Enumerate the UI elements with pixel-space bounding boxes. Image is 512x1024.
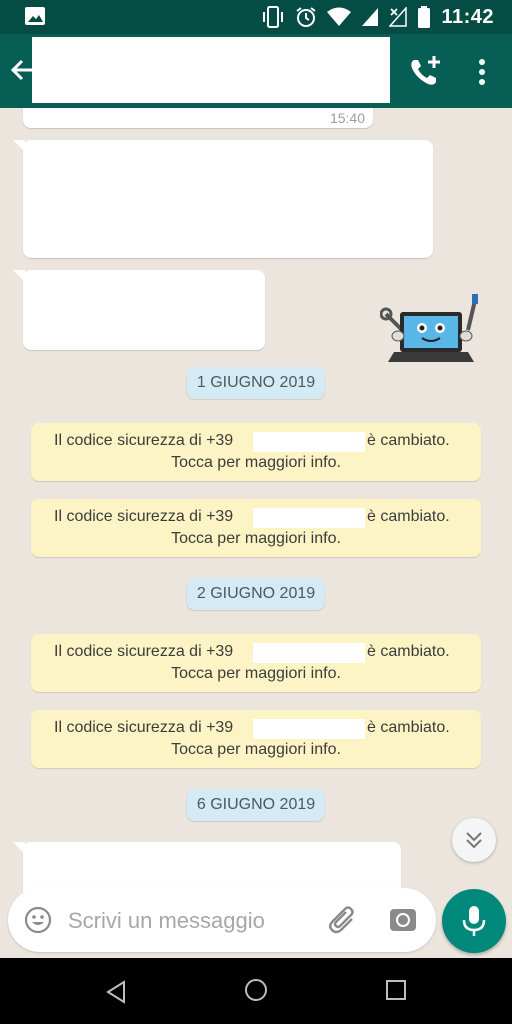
- date-chip: 2 GIUGNO 2019: [186, 578, 326, 610]
- phone-number-redacted: [253, 643, 365, 663]
- message-bubble[interactable]: [13, 140, 433, 258]
- more-vert-icon[interactable]: [470, 56, 494, 88]
- camera-icon[interactable]: [388, 905, 418, 935]
- battery-icon: [418, 6, 431, 28]
- notice-suffix: è cambiato.: [367, 508, 450, 525]
- notice-tap-info: Tocca per maggiori info.: [171, 530, 341, 547]
- contact-name-redacted[interactable]: [32, 37, 390, 103]
- nav-recents-icon[interactable]: [386, 980, 406, 1000]
- vibrate-icon: [263, 6, 284, 28]
- add-call-icon[interactable]: [406, 54, 444, 90]
- mic-icon: [462, 906, 486, 936]
- chat-area[interactable]: 15:40 1 GIUGNO 2019 Il codice sicurezza …: [0, 108, 512, 958]
- phone-number-redacted: [253, 432, 365, 452]
- message-input[interactable]: [66, 902, 330, 940]
- security-code-notice[interactable]: Il codice sicurezza di +39 è cambiato. T…: [31, 423, 481, 481]
- scroll-to-bottom-button[interactable]: [452, 818, 496, 862]
- phone-number-redacted: [253, 719, 365, 739]
- notice-prefix: Il codice sicurezza di +39: [54, 719, 234, 736]
- notice-prefix: Il codice sicurezza di +39: [54, 643, 234, 660]
- alarm-icon: [296, 7, 317, 27]
- app-bar: [0, 34, 512, 108]
- laptop-robot-sticker[interactable]: [380, 292, 484, 370]
- nav-back-icon[interactable]: [104, 980, 128, 1004]
- message-bubble[interactable]: 15:40: [23, 108, 373, 128]
- message-time: 15:40: [329, 110, 365, 126]
- date-chip: 6 GIUGNO 2019: [186, 789, 326, 821]
- signal-no-data-icon: [389, 7, 408, 27]
- message-bubble[interactable]: [13, 270, 265, 350]
- status-bar: 11:42: [0, 0, 512, 34]
- emoji-icon[interactable]: [24, 906, 52, 934]
- mic-button[interactable]: [442, 889, 506, 953]
- notice-prefix: Il codice sicurezza di +39: [54, 508, 234, 525]
- notice-tap-info: Tocca per maggiori info.: [171, 454, 341, 471]
- double-chevron-down-icon: [466, 832, 482, 849]
- notice-suffix: è cambiato.: [367, 643, 450, 660]
- security-code-notice[interactable]: Il codice sicurezza di +39 è cambiato. T…: [31, 499, 481, 557]
- signal-icon: [362, 8, 379, 26]
- security-code-notice[interactable]: Il codice sicurezza di +39 è cambiato. T…: [31, 710, 481, 768]
- system-nav-bar: [0, 958, 512, 1024]
- clock: 11:42: [441, 5, 494, 28]
- notice-suffix: è cambiato.: [367, 432, 450, 449]
- security-code-notice[interactable]: Il codice sicurezza di +39 è cambiato. T…: [31, 634, 481, 692]
- notice-tap-info: Tocca per maggiori info.: [171, 665, 341, 682]
- date-chip: 1 GIUGNO 2019: [186, 367, 326, 399]
- notice-tap-info: Tocca per maggiori info.: [171, 741, 341, 758]
- notice-suffix: è cambiato.: [367, 719, 450, 736]
- message-composer: [8, 888, 436, 952]
- nav-home-icon[interactable]: [244, 978, 268, 1002]
- notice-prefix: Il codice sicurezza di +39: [54, 432, 234, 449]
- wifi-icon: [327, 7, 352, 26]
- phone-number-redacted: [253, 508, 365, 528]
- attach-icon[interactable]: [328, 904, 358, 936]
- image-icon: [25, 7, 45, 25]
